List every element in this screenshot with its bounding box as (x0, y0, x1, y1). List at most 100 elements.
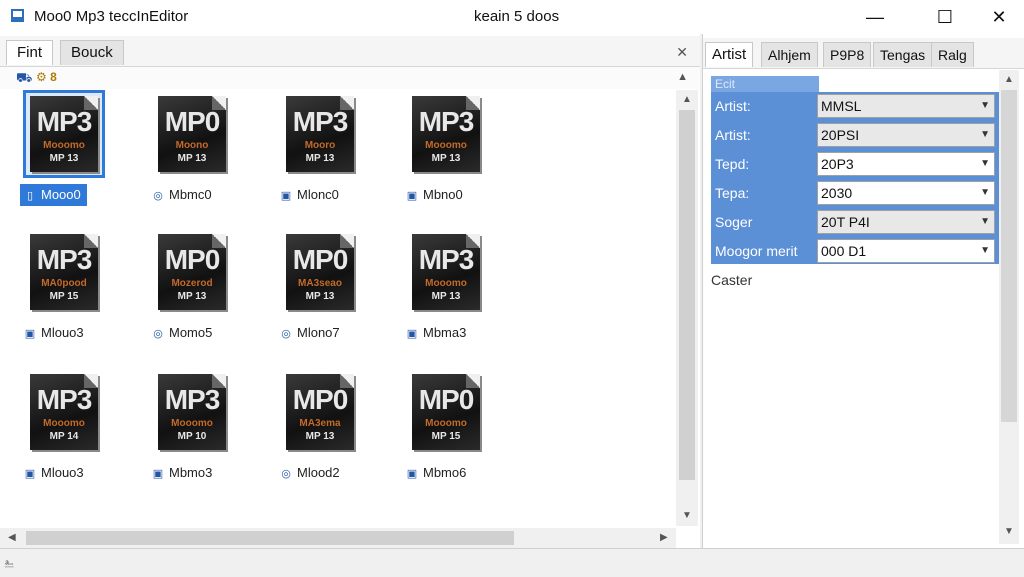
file-tile[interactable]: MP0 MA3seao MP 13 ◎ Mlono7 (276, 228, 406, 358)
file-type-icon: ◎ (281, 328, 291, 340)
tag-field-combobox[interactable]: 000 D1 ▼ (817, 239, 995, 263)
mp3-thumbnail[interactable]: MP3 Mooomo MP 13 (23, 90, 105, 178)
mp3-thumbnail[interactable]: MP3 Mooro MP 13 (279, 90, 361, 178)
scrollbar-thumb[interactable] (679, 110, 695, 480)
mp3-thumbnail[interactable]: MP0 Moono MP 13 (151, 90, 233, 178)
file-tile[interactable]: MP3 Mooomo MP 14 ▣ Mlouo3 (20, 368, 150, 498)
tag-field-label: Soger (715, 214, 753, 230)
tag-field-combobox[interactable]: 20P3 ▼ (817, 152, 995, 176)
thumb-track-text: MP 13 (305, 153, 335, 164)
mp3-file-icon: MP3 Mooomo MP 10 (158, 374, 226, 450)
chevron-down-icon[interactable]: ▼ (980, 95, 990, 117)
close-button[interactable]: ✕ (976, 0, 1022, 34)
status-bar: ⎁ (0, 548, 1024, 577)
thumb-track-text: MP 10 (177, 431, 207, 442)
tag-field-combobox[interactable]: MMSL ▼ (817, 94, 995, 118)
right-scroll-down-icon[interactable]: ▼ (1004, 526, 1014, 537)
window-title: Moo0 Mp3 teccInEditor (34, 8, 189, 25)
right-scrollbar-thumb[interactable] (1001, 90, 1017, 422)
file-type-icon: ▣ (152, 468, 164, 480)
mp3-thumbnail[interactable]: MP0 Mooomo MP 15 (405, 368, 487, 456)
hscrollbar-thumb[interactable] (26, 531, 514, 545)
mp3-thumbnail[interactable]: MP0 MA3ema MP 13 (279, 368, 361, 456)
mp3-file-icon: MP3 MA0pood MP 15 (30, 234, 98, 310)
mp3-thumbnail[interactable]: MP0 Mozerod MP 13 (151, 228, 233, 316)
mp3-thumbnail[interactable]: MP0 MA3seao MP 13 (279, 228, 361, 316)
thumb-format-text: MP0 (164, 244, 221, 275)
scroll-right-arrow-icon[interactable]: ▶ (660, 532, 668, 543)
tag-field-combobox[interactable]: 20PSI ▼ (817, 123, 995, 147)
chevron-down-icon[interactable]: ▼ (980, 211, 990, 233)
thumb-title-text: MA0pood (41, 278, 87, 289)
tab-bouck[interactable]: Bouck (60, 40, 124, 65)
vertical-scrollbar[interactable]: ▲ ▼ (676, 90, 698, 526)
thumb-track-text: MP 13 (177, 153, 207, 164)
file-name-text: Mlouo3 (41, 325, 84, 340)
thumb-format-text: MP3 (292, 106, 349, 137)
tag-field-value: 2030 (821, 185, 853, 201)
file-name-text: Momo5 (169, 325, 213, 340)
file-tile[interactable]: MP0 Moono MP 13 ◎ Mbmc0 (148, 90, 278, 220)
tag-editor-pane: Artist Alhjem P9P8 Tengas Ralg Ecit Arti… (702, 34, 1024, 548)
scroll-left-arrow-icon[interactable]: ◀ (8, 532, 16, 543)
file-name-label: ▣ Mlonc0 (276, 184, 345, 206)
chevron-down-icon[interactable]: ▼ (980, 240, 990, 262)
thumb-title-text: Mooomo (425, 418, 467, 429)
file-type-icon: ▯ (26, 190, 34, 202)
path-text: ⚙ 8 (36, 70, 57, 84)
file-tile[interactable]: MP3 Mooomo MP 13 ▣ Mbno0 (402, 90, 532, 220)
file-tile[interactable]: MP3 Mooomo MP 13 ▣ Mbma3 (402, 228, 532, 358)
mp3-thumbnail[interactable]: MP3 Mooomo MP 13 (405, 228, 487, 316)
mp3-file-icon: MP3 Mooomo MP 13 (412, 96, 480, 172)
file-tile[interactable]: MP0 MA3ema MP 13 ◎ Mlood2 (276, 368, 406, 498)
folder-nav-icon[interactable]: ⛟ (16, 70, 32, 88)
file-type-icon: ▣ (280, 190, 292, 202)
mp3-file-icon: MP3 Mooomo MP 13 (30, 96, 98, 172)
tag-field-label: Tepd: (715, 156, 750, 172)
scroll-up-arrow-icon[interactable]: ▲ (682, 94, 692, 105)
file-tile[interactable]: MP3 Mooro MP 13 ▣ Mlonc0 (276, 90, 406, 220)
chevron-down-icon[interactable]: ▼ (980, 153, 990, 175)
thumb-title-text: Mooomo (425, 140, 467, 151)
tab-fint[interactable]: Fint (6, 40, 54, 65)
thumb-title-text: Mooomo (43, 418, 85, 429)
minimize-button[interactable]: — (852, 0, 898, 34)
chevron-down-icon[interactable]: ▼ (980, 182, 990, 204)
thumb-format-text: MP3 (418, 244, 475, 275)
right-vertical-scrollbar[interactable]: ▲ ▼ (999, 70, 1019, 544)
mp3-file-icon: MP3 Mooomo MP 13 (412, 234, 480, 310)
left-tab-bar: Fint Bouck ✕ (0, 36, 700, 67)
tag-field-value: MMSL (821, 98, 862, 114)
mp3-thumbnail[interactable]: MP3 Mooomo MP 14 (23, 368, 105, 456)
tag-field-combobox[interactable]: 20T P4I ▼ (817, 210, 995, 234)
file-tile[interactable]: MP3 Mooomo MP 10 ▣ Mbmo3 (148, 368, 278, 498)
tab-p9p8[interactable]: P9P8 (823, 42, 872, 67)
scroll-down-arrow-icon[interactable]: ▼ (682, 510, 692, 521)
chevron-down-icon[interactable]: ▼ (980, 124, 990, 146)
file-browser-pane: Fint Bouck ✕ ⛟ ⚙ 8 ▲ MP3 Mooomo MP 13 ▯ Mooo… (0, 34, 700, 548)
tab-tengas[interactable]: Tengas (873, 42, 933, 67)
mp3-file-icon: MP3 Mooro MP 13 (286, 96, 354, 172)
maximize-button[interactable]: ☐ (922, 0, 968, 34)
right-scroll-up-icon[interactable]: ▲ (1004, 74, 1014, 85)
mp3-thumbnail[interactable]: MP3 Mooomo MP 10 (151, 368, 233, 456)
thumb-track-text: MP 14 (49, 431, 79, 442)
file-tile[interactable]: MP0 Mozerod MP 13 ◎ Momo5 (148, 228, 278, 358)
tab-artist[interactable]: Artist (705, 42, 754, 67)
pane-close-icon[interactable]: ✕ (676, 44, 688, 61)
cancel-label[interactable]: Caster (711, 272, 752, 288)
tag-field-combobox[interactable]: 2030 ▼ (817, 181, 995, 205)
tab-alhjem[interactable]: Alhjem (761, 42, 818, 67)
horizontal-scrollbar[interactable]: ◀ ▶ (0, 528, 676, 548)
file-name-text: Mlouo3 (41, 465, 84, 480)
file-tile[interactable]: MP3 Mooomo MP 13 ▯ Mooo0 (20, 90, 150, 220)
scroll-up-icon[interactable]: ▲ (677, 71, 688, 83)
mp3-thumbnail[interactable]: MP3 Mooomo MP 13 (405, 90, 487, 178)
file-name-label: ◎ Momo5 (148, 322, 218, 344)
tab-ralg[interactable]: Ralg (931, 42, 974, 67)
file-tile[interactable]: MP0 Mooomo MP 15 ▣ Mbmo6 (402, 368, 532, 498)
mp3-thumbnail[interactable]: MP3 MA0pood MP 15 (23, 228, 105, 316)
thumb-format-text: MP0 (418, 384, 475, 415)
file-tile[interactable]: MP3 MA0pood MP 15 ▣ Mlouo3 (20, 228, 150, 358)
status-icon: ⎁ (4, 555, 15, 570)
